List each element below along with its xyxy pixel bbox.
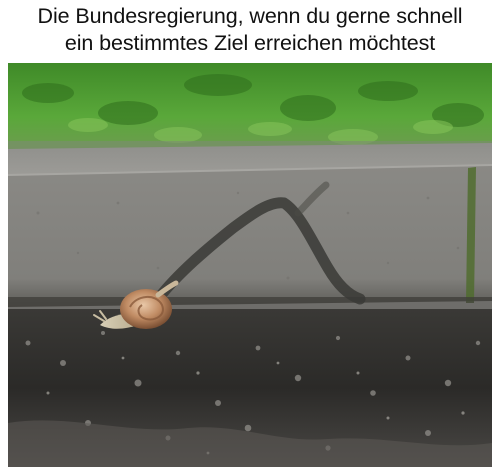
meme: Die Bundesregierung, wenn du gerne schne… [0,0,500,471]
caption-line-2: ein bestimmtes Ziel erreichen möchtest [64,31,436,55]
caption-line-1: Die Bundesregierung, wenn du gerne schne… [37,4,463,28]
curb-face [8,165,492,307]
asphalt [8,309,492,467]
grass [8,63,492,155]
caption: Die Bundesregierung, wenn du gerne schne… [0,3,500,57]
meme-photo [8,63,492,467]
